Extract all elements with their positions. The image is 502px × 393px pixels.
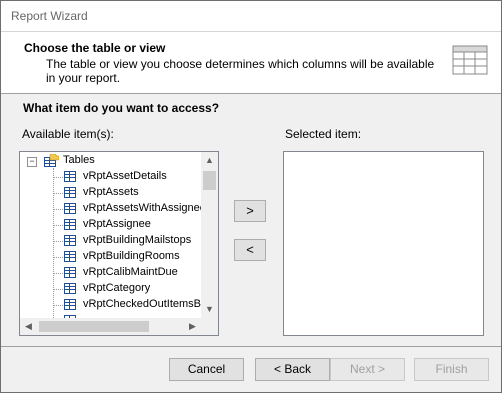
horizontal-scroll-thumb[interactable] [39, 321, 149, 332]
tree-item[interactable]: vRptCheckedOutItemsBy [20, 297, 201, 313]
tree-vertical-scrollbar[interactable]: ▲ ▼ [201, 152, 218, 318]
table-item-icon [64, 219, 76, 230]
tree-horizontal-scrollbar[interactable]: ◀ ▶ [20, 318, 201, 335]
table-item-icon [64, 203, 76, 214]
tree-item-label: vRptBuildingMailstops [83, 234, 192, 246]
tree-connector [54, 273, 63, 274]
table-item-icon [64, 267, 76, 278]
table-item-icon [64, 299, 76, 310]
table-item-icon [64, 251, 76, 262]
table-item-icon [64, 187, 76, 198]
tree-connector [54, 241, 63, 242]
tree-item[interactable]: vRptCalibMaintDue [20, 265, 201, 281]
wizard-header: Choose the table or view The table or vi… [1, 31, 501, 94]
access-question: What item do you want to access? [23, 101, 220, 115]
tree-item[interactable]: vRptBuildingRooms [20, 249, 201, 265]
available-items-tree[interactable]: − Tables vRptAssetDetails vRptAssets vRp… [19, 151, 219, 336]
scroll-up-icon[interactable]: ▲ [201, 152, 218, 169]
tree-item[interactable]: vRptBuildingMailstops [20, 233, 201, 249]
tree-connector [54, 257, 63, 258]
tree-connector [54, 193, 63, 194]
window-title: Report Wizard [11, 9, 88, 23]
tree-connector [54, 305, 63, 306]
tree-item-label: vRptCategory [83, 282, 151, 294]
available-items-label: Available item(s): [22, 127, 114, 141]
tree-root-label: Tables [63, 154, 95, 166]
report-wizard-window: Report Wizard Choose the table or view T… [0, 0, 502, 393]
tree-item-label: vRptCheckedOutItemsBy [83, 298, 201, 310]
tree-item[interactable]: vRptAssetDetails [20, 169, 201, 185]
tree-item-label: vRptAssetDetails [83, 170, 167, 182]
scroll-down-icon[interactable]: ▼ [201, 301, 218, 318]
tree-connector [54, 289, 63, 290]
tree-item[interactable]: vRptAssets [20, 185, 201, 201]
footer-divider [1, 346, 501, 347]
tree-item-label: vRptCalibMaintDue [83, 266, 178, 278]
tree-root-tables[interactable]: − Tables [20, 153, 201, 169]
tree-item[interactable]: vRptAssignee [20, 217, 201, 233]
scrollbar-corner [201, 318, 218, 335]
finish-button[interactable]: Finish [414, 358, 489, 381]
tree-connector [54, 225, 63, 226]
next-button[interactable]: Next > [330, 358, 405, 381]
tree-item[interactable]: vRptAssetsWithAssignee [20, 201, 201, 217]
title-bar: Report Wizard [1, 1, 501, 31]
selected-item-label: Selected item: [285, 127, 362, 141]
remove-item-button[interactable]: < [234, 239, 266, 261]
tree-item[interactable]: vRptCategory [20, 281, 201, 297]
table-item-icon [64, 283, 76, 294]
tree-item-label: vRptAssets [83, 186, 139, 198]
tree-connector [54, 177, 63, 178]
tree-connector [54, 209, 63, 210]
cancel-button[interactable]: Cancel [169, 358, 244, 381]
tree-item-label: vRptAssignee [83, 218, 151, 230]
scroll-right-icon[interactable]: ▶ [184, 318, 201, 335]
tree-item-label: vRptAssetsWithAssignee [83, 202, 201, 214]
tree-item-label: vRptBuildingRooms [83, 250, 180, 262]
vertical-scroll-thumb[interactable] [203, 171, 216, 190]
table-icon [452, 45, 488, 75]
step-title: Choose the table or view [24, 41, 166, 55]
add-item-button[interactable]: > [234, 200, 266, 222]
back-button[interactable]: < Back [255, 358, 330, 381]
table-item-icon [64, 235, 76, 246]
step-description: The table or view you choose determines … [46, 57, 435, 85]
tables-folder-icon [44, 154, 59, 167]
scroll-left-icon[interactable]: ◀ [20, 318, 37, 335]
tree-viewport: − Tables vRptAssetDetails vRptAssets vRp… [20, 152, 201, 318]
selected-item-list[interactable] [283, 151, 484, 336]
collapse-icon[interactable]: − [27, 157, 37, 167]
table-item-icon [64, 171, 76, 182]
